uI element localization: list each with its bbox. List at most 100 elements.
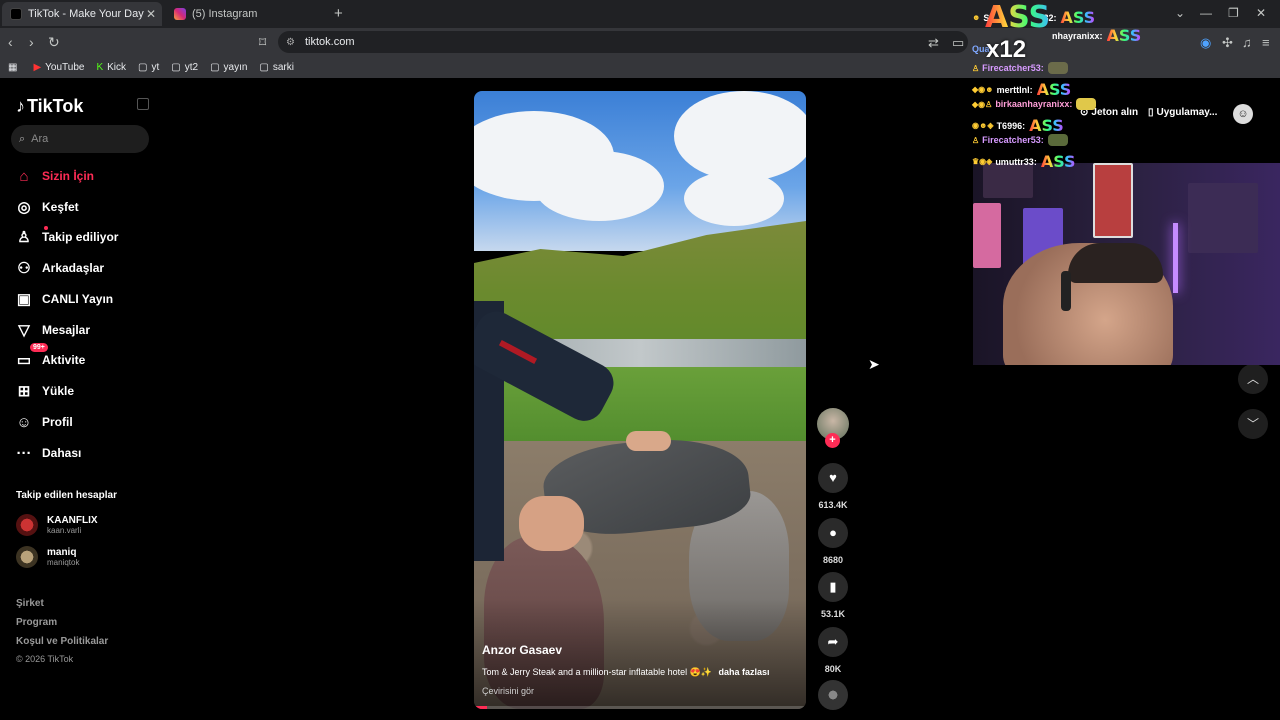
folder-icon: ▢ xyxy=(259,61,269,73)
tab-title: (5) Instagram xyxy=(192,8,258,20)
notification-dot xyxy=(44,226,48,230)
bookmark-sarki[interactable]: ▢ sarki xyxy=(259,62,294,73)
kick-icon: K xyxy=(96,61,104,73)
upload-icon: ⊞ xyxy=(17,383,31,400)
tiktok-favicon xyxy=(10,8,22,20)
more-icon: ··· xyxy=(16,444,32,462)
nav-messages[interactable]: ▽ Mesajlar xyxy=(15,318,90,342)
friends-icon: ⚇ xyxy=(17,260,31,277)
like-button[interactable]: ♥ xyxy=(818,463,848,493)
chat-badge-icon: ♙ xyxy=(972,135,980,145)
bookmark-yt2[interactable]: ▢ yt2 xyxy=(171,62,198,73)
share-button[interactable]: ➦ xyxy=(818,627,848,657)
chat-message: ◉☻◈ T6996: ASS xyxy=(972,116,1064,135)
share-count: 80K xyxy=(824,664,842,674)
menu-icon[interactable]: ≡ xyxy=(1262,35,1270,50)
nav-following[interactable]: ♙ Takip ediliyor xyxy=(15,225,118,249)
search-input[interactable] xyxy=(31,133,132,145)
video-progress-fill xyxy=(474,706,488,709)
comment-count: 8680 xyxy=(822,555,844,565)
footer-program-link[interactable]: Program xyxy=(16,617,57,628)
url-field[interactable]: ⚙ tiktok.com xyxy=(278,31,968,53)
folder-icon: ▢ xyxy=(210,61,220,73)
video-description: Tom & Jerry Steak and a million-star inf… xyxy=(482,667,770,677)
collapse-sidebar-icon[interactable] xyxy=(137,98,149,110)
video-hand xyxy=(626,431,671,451)
close-tab-icon[interactable]: ✕ xyxy=(146,7,156,21)
chat-message: nhayranixx: ASS xyxy=(1052,26,1142,45)
save-button[interactable]: ▮ xyxy=(818,572,848,602)
translate-link[interactable]: Çevirisini gör xyxy=(482,686,534,696)
chat-badge-icon: ◉☻◈ xyxy=(972,121,994,130)
streamer-webcam xyxy=(973,163,1280,365)
chat-message: ◆◉♙ birkaanhayranixx: xyxy=(972,98,1097,110)
video-player[interactable]: Anzor Gasaev Tom & Jerry Steak and a mil… xyxy=(474,91,806,709)
neon-light xyxy=(1173,223,1178,293)
tab-tiktok[interactable]: TikTok - Make Your Day ✕ xyxy=(2,2,162,26)
following-icon: ♙ xyxy=(17,229,31,246)
following-account[interactable]: KAANFLIX kaan.varli xyxy=(16,514,98,536)
music-disc-icon[interactable] xyxy=(818,680,848,710)
cloud xyxy=(674,91,806,181)
nav-upload[interactable]: ⊞ Yükle xyxy=(15,379,74,403)
like-count: 613.4K xyxy=(818,500,848,510)
nav-profile[interactable]: ☺ Profil xyxy=(15,410,72,434)
copyright: © 2026 TikTok xyxy=(16,654,74,664)
search-box[interactable]: ⌕ xyxy=(11,125,149,153)
forward-icon[interactable]: › xyxy=(29,34,34,50)
chat-emote xyxy=(1076,98,1097,110)
avatar xyxy=(16,546,38,568)
footer-company-link[interactable]: Şirket xyxy=(16,598,44,609)
close-window-button[interactable]: ✕ xyxy=(1256,6,1266,20)
bookmark-yayin[interactable]: ▢ yayın xyxy=(210,62,247,73)
site-info-icon[interactable]: ⚙ xyxy=(286,37,295,48)
nav-explore[interactable]: ◎ Keşfet xyxy=(15,195,78,219)
activity-icon: ▭ xyxy=(16,352,32,369)
bookmark-kick[interactable]: K Kick xyxy=(96,62,126,73)
footer-terms-link[interactable]: Koşul ve Politikalar xyxy=(16,636,108,647)
cast-icon[interactable]: ▭ xyxy=(952,35,964,51)
video-progress-bar[interactable] xyxy=(474,706,806,709)
live-icon: ▣ xyxy=(16,291,32,308)
media-icon[interactable]: ♫ xyxy=(1242,35,1252,50)
chat-badge-icon: ☻ xyxy=(972,13,981,22)
streamer-hair xyxy=(1068,243,1163,283)
bookmark-star-icon[interactable]: ⌑ xyxy=(259,34,266,51)
nav-more[interactable]: ··· Dahası xyxy=(15,441,82,465)
video-hand xyxy=(519,496,584,551)
messages-icon: ▽ xyxy=(18,322,30,339)
user-avatar[interactable]: ☺ xyxy=(1233,104,1253,124)
follow-plus-icon[interactable]: + xyxy=(825,433,840,448)
following-accounts-title: Takip edilen hesaplar xyxy=(16,490,117,501)
nav-activity[interactable]: ▭ 99+ Aktivite xyxy=(15,343,85,372)
combo-multiplier: x12 xyxy=(986,36,1027,63)
cloud xyxy=(534,151,664,221)
chat-message: ♛◉◈ umuttr33: ASS xyxy=(972,152,1076,171)
nav-friends[interactable]: ⚇ Arkadaşlar xyxy=(15,256,104,280)
wall-poster xyxy=(1093,163,1133,238)
next-video-button[interactable]: ﹀ xyxy=(1238,409,1268,439)
nav-for-you[interactable]: ⌂ Sizin İçin xyxy=(15,164,94,188)
tiktok-logo[interactable]: ♪ TikTok xyxy=(16,96,83,117)
chat-emote xyxy=(1047,62,1068,74)
back-icon[interactable]: ‹ xyxy=(8,34,13,50)
apps-icon[interactable]: ▦ xyxy=(8,62,21,73)
reload-icon[interactable]: ↻ xyxy=(48,34,60,51)
tab-instagram[interactable]: (5) Instagram xyxy=(166,2,330,26)
new-tab-button[interactable]: + xyxy=(334,5,343,22)
youtube-icon: ▶ xyxy=(33,61,42,73)
previous-video-button[interactable]: ︿ xyxy=(1238,364,1268,394)
bookmark-yt[interactable]: ▢ yt xyxy=(138,62,159,73)
nav-live[interactable]: ▣ CANLI Yayın xyxy=(15,287,113,311)
chevron-up-icon: ︿ xyxy=(1246,372,1259,386)
more-link[interactable]: daha fazlası xyxy=(719,667,770,677)
bookmark-youtube[interactable]: ▶ YouTube xyxy=(33,62,84,73)
chat-badge-icon: ◆◉♙ xyxy=(972,99,993,109)
chevron-down-icon: ﹀ xyxy=(1246,417,1259,431)
translate-icon[interactable]: ⇄ xyxy=(928,35,939,51)
instagram-favicon xyxy=(174,8,186,20)
following-account[interactable]: maniq maniqtok xyxy=(16,546,79,568)
comment-button[interactable]: ● xyxy=(818,518,848,548)
video-author[interactable]: Anzor Gasaev xyxy=(482,643,562,657)
chat-emote xyxy=(1047,134,1068,146)
